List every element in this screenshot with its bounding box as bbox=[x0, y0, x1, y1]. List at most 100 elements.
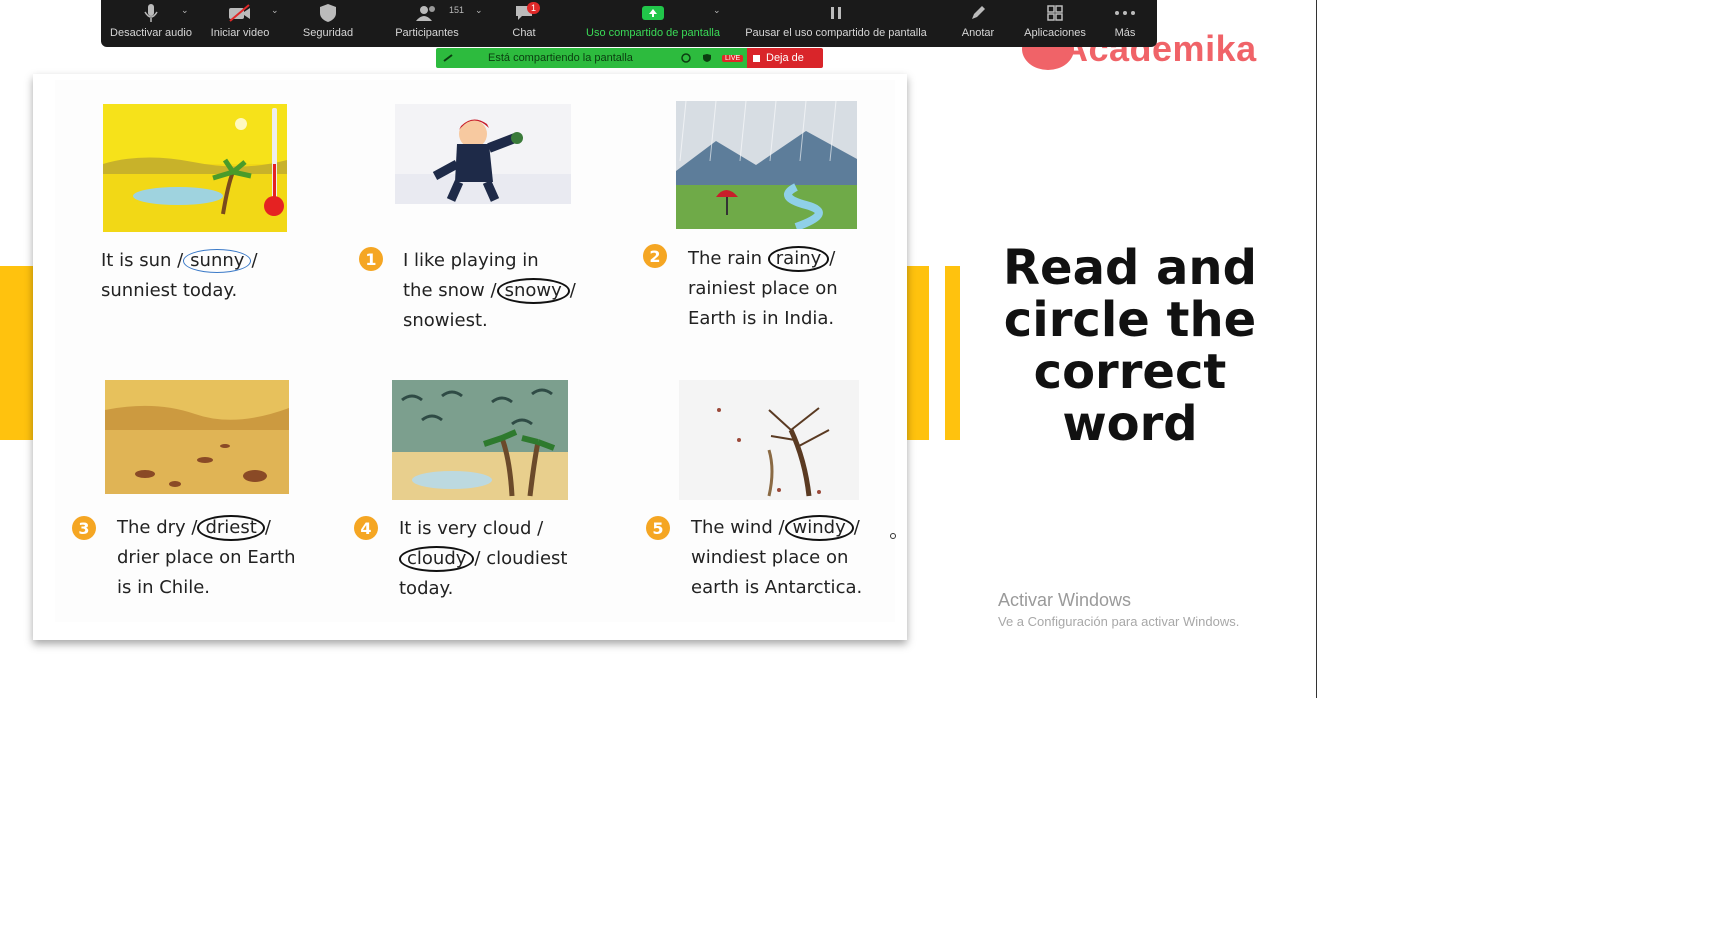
view-options-icon[interactable] bbox=[680, 53, 692, 63]
circled-answer: sunny bbox=[183, 249, 252, 273]
worksheet-image: It is sun / sunny / sunniest today. 1 I li… bbox=[33, 74, 907, 640]
exercise-5: The wind / windy / windiest place on earth… bbox=[691, 513, 862, 603]
security-button[interactable]: Seguridad bbox=[293, 0, 363, 47]
exercise-4: It is very cloud / cloudy / cloudiest tod… bbox=[399, 514, 567, 604]
exercise-text: The dry / bbox=[117, 517, 198, 538]
exercise-text: / bbox=[853, 517, 860, 538]
chat-button[interactable]: 1 Chat bbox=[501, 0, 547, 47]
exercise-text: the snow / bbox=[403, 280, 497, 301]
activate-windows-subtitle: Ve a Configuración para activar Windows. bbox=[998, 614, 1240, 629]
exercise-2: The rain rainy / rainiest place on Earth … bbox=[688, 244, 838, 334]
sharing-status[interactable]: Está compartiendo la pantalla LIVE bbox=[436, 48, 747, 68]
slide-border bbox=[1316, 0, 1317, 698]
exercise-text: sunniest today. bbox=[101, 280, 238, 301]
exercise-text: rainiest place on bbox=[688, 278, 838, 299]
title-line: word bbox=[1062, 396, 1198, 452]
apps-label: Aplicaciones bbox=[1024, 27, 1086, 39]
yellow-accent-bar-right-1 bbox=[905, 266, 929, 440]
shield-icon bbox=[314, 0, 342, 26]
share-screen-button[interactable]: Uso compartido de pantalla bbox=[575, 0, 731, 47]
live-badge: LIVE bbox=[722, 54, 744, 62]
dry-desert-picture bbox=[105, 380, 289, 494]
worksheet-page: It is sun / sunny / sunniest today. 1 I li… bbox=[55, 80, 895, 622]
exercise-text: The wind / bbox=[691, 517, 785, 538]
share-screen-icon bbox=[639, 0, 667, 26]
snow-child-picture bbox=[395, 104, 571, 204]
exercise-number-badge: 3 bbox=[72, 516, 96, 540]
screen-sharing-banner: Está compartiendo la pantalla LIVE Deja … bbox=[436, 48, 823, 68]
apps-button[interactable]: Aplicaciones bbox=[1017, 0, 1093, 47]
chat-label: Chat bbox=[512, 27, 536, 39]
stop-share-button[interactable]: Deja de bbox=[747, 48, 823, 68]
exercise-number-badge: 1 bbox=[359, 247, 383, 271]
circled-answer: driest bbox=[197, 515, 265, 541]
more-label: Más bbox=[1114, 27, 1136, 39]
exercise-text: today. bbox=[399, 578, 454, 599]
exercise-text: The rain bbox=[688, 248, 763, 269]
exercise-number-badge: 5 bbox=[646, 516, 670, 540]
exercise-example: It is sun / sunny / sunniest today. bbox=[101, 246, 258, 306]
exercise-text: windiest place on bbox=[691, 547, 849, 568]
exercise-text: drier place on Earth bbox=[117, 547, 296, 568]
exercise-text: / bbox=[264, 517, 271, 538]
video-off-icon bbox=[226, 0, 254, 26]
chevron-down-icon[interactable]: ⌄ bbox=[713, 6, 721, 16]
sunny-desert-picture bbox=[103, 104, 287, 232]
pause-share-label: Pausar el uso compartido de pantalla bbox=[745, 27, 927, 39]
sharing-status-text: Está compartiendo la pantalla bbox=[488, 52, 633, 64]
more-button[interactable]: Más bbox=[1105, 0, 1145, 47]
circled-answer: cloudy bbox=[399, 546, 475, 572]
windy-tree-picture bbox=[679, 380, 859, 500]
rainy-landscape-picture bbox=[676, 101, 857, 229]
shield-icon bbox=[703, 54, 711, 62]
participants-label: Participantes bbox=[395, 27, 459, 39]
share-screen-label: Uso compartido de pantalla bbox=[586, 27, 720, 39]
exercise-number-badge: 2 bbox=[643, 244, 667, 268]
stop-icon bbox=[753, 54, 760, 62]
exercise-1: I like playing in the snow / snowy / snowi… bbox=[403, 246, 576, 336]
exercise-text: is in Chile. bbox=[117, 577, 211, 598]
exercise-text: It is very cloud / bbox=[399, 518, 544, 539]
participant-count: 151 bbox=[449, 5, 465, 15]
mute-audio-label: Desactivar audio bbox=[110, 27, 192, 39]
chevron-down-icon[interactable]: ⌄ bbox=[271, 6, 279, 16]
security-label: Seguridad bbox=[302, 27, 354, 39]
exercise-text: earth is Antarctica. bbox=[691, 577, 863, 598]
chevron-down-icon[interactable]: ⌄ bbox=[475, 6, 483, 16]
participants-icon bbox=[413, 0, 441, 26]
pencil-icon bbox=[964, 0, 992, 26]
title-line: Read and bbox=[1003, 240, 1257, 296]
circled-answer: rainy bbox=[767, 246, 830, 272]
activate-windows-title: Activar Windows bbox=[998, 590, 1132, 610]
title-line: correct bbox=[1033, 344, 1227, 400]
circled-answer: snowy bbox=[496, 278, 570, 304]
annotate-label: Anotar bbox=[961, 27, 995, 39]
more-icon bbox=[1111, 0, 1139, 26]
apps-icon bbox=[1041, 0, 1069, 26]
exercise-text: / bbox=[829, 248, 836, 269]
yellow-accent-bar-left bbox=[0, 266, 36, 440]
exercise-text: / cloudiest bbox=[474, 548, 568, 569]
exercise-3: The dry / driest / drier place on Earth is… bbox=[117, 513, 296, 603]
pause-share-button[interactable]: Pausar el uso compartido de pantalla bbox=[735, 0, 937, 47]
chevron-down-icon[interactable]: ⌄ bbox=[181, 6, 189, 16]
cloudy-beach-picture bbox=[392, 380, 568, 500]
exercise-number-badge: 4 bbox=[354, 516, 378, 540]
start-video-label: Iniciar video bbox=[210, 27, 270, 39]
circled-answer: windy bbox=[784, 515, 854, 541]
pause-icon bbox=[822, 0, 850, 26]
pin-icon bbox=[443, 54, 453, 62]
annotate-button[interactable]: Anotar bbox=[953, 0, 1003, 47]
exercise-text: I like playing in bbox=[403, 250, 539, 271]
exercise-text: It is sun / bbox=[101, 250, 184, 271]
title-line: circle the bbox=[1003, 292, 1257, 348]
start-video-button[interactable]: Iniciar video bbox=[205, 0, 275, 47]
chat-icon: 1 bbox=[510, 0, 540, 26]
zoom-meeting-toolbar: Desactivar audio ⌄ Iniciar video ⌄ Segur… bbox=[101, 0, 1157, 47]
chat-notification-badge: 1 bbox=[526, 2, 540, 14]
microphone-icon bbox=[137, 0, 165, 26]
annotation-dot bbox=[890, 533, 896, 539]
slide-title: Read and circle the correct word bbox=[985, 242, 1275, 450]
exercise-text: snowiest. bbox=[403, 310, 488, 331]
exercise-text: Earth is in India. bbox=[688, 308, 835, 329]
